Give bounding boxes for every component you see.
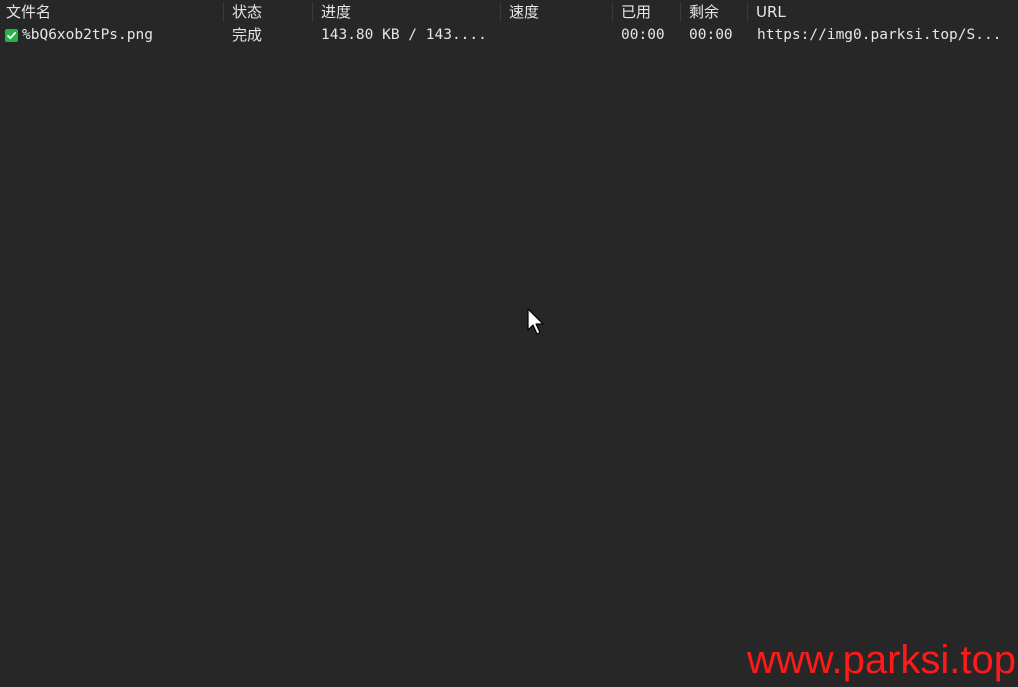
- column-divider[interactable]: [312, 2, 313, 22]
- column-divider[interactable]: [223, 2, 224, 22]
- column-divider[interactable]: [747, 2, 748, 22]
- column-divider[interactable]: [680, 2, 681, 22]
- watermark: www.parksi.top: [747, 638, 1016, 682]
- column-header-url[interactable]: URL: [756, 0, 1011, 24]
- column-header-filename[interactable]: 文件名: [6, 0, 216, 24]
- list-header: 文件名 状态 进度 速度 已用 剩余 URL: [0, 0, 1018, 24]
- column-header-speed[interactable]: 速度: [509, 0, 609, 24]
- row-status: 完成: [232, 26, 263, 44]
- check-icon: [5, 29, 18, 42]
- mouse-cursor-icon: [527, 308, 544, 335]
- download-list: 文件名 状态 进度 速度 已用 剩余 URL %bQ6xob2tPs.png 完…: [0, 0, 1018, 46]
- row-speed: [509, 24, 609, 46]
- column-header-progress[interactable]: 进度: [321, 0, 496, 24]
- column-header-remaining[interactable]: 剩余: [689, 0, 744, 24]
- column-divider[interactable]: [500, 2, 501, 22]
- column-header-elapsed[interactable]: 已用: [621, 0, 679, 24]
- column-header-status[interactable]: 状态: [232, 0, 307, 24]
- column-divider[interactable]: [612, 2, 613, 22]
- row-elapsed: 00:00: [621, 27, 665, 43]
- row-progress: 143.80 KB / 143....: [321, 27, 487, 43]
- row-remaining: 00:00: [689, 27, 733, 43]
- row-url: https://img0.parksi.top/S...: [757, 27, 1002, 43]
- table-row[interactable]: %bQ6xob2tPs.png 完成 143.80 KB / 143.... 0…: [0, 24, 1018, 46]
- row-filename: %bQ6xob2tPs.png: [22, 27, 153, 43]
